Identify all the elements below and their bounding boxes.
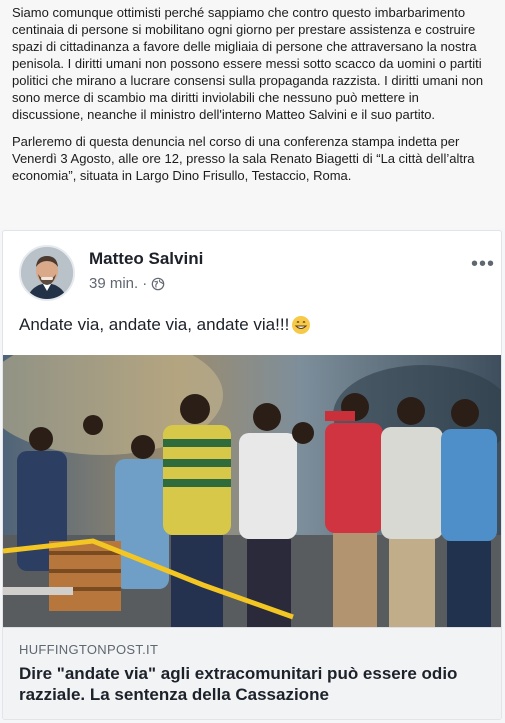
article-paragraph: Siamo comunque ottimisti perché sappiamo…	[12, 5, 484, 122]
post-meta: 39 min. ·	[89, 275, 165, 292]
status-text: Andate via, andate via, andate via!!!	[19, 315, 290, 334]
article-text: Siamo comunque ottimisti perché sappiamo…	[0, 0, 505, 228]
crowd-photo[interactable]	[3, 355, 501, 627]
post-status: Andate via, andate via, andate via!!!	[19, 315, 311, 335]
facebook-post: Matteo Salvini 39 min. · ••• Andate via,…	[2, 230, 502, 720]
article-paragraph: Parleremo di questa denuncia nel corso d…	[12, 134, 475, 183]
more-options-icon[interactable]: •••	[471, 253, 495, 276]
avatar[interactable]	[19, 245, 75, 301]
globe-icon[interactable]	[151, 277, 165, 291]
grinning-face-icon	[292, 316, 311, 334]
post-author[interactable]: Matteo Salvini	[89, 249, 203, 269]
link-preview[interactable]: HUFFINGTONPOST.IT Dire "andate via" agli…	[3, 627, 501, 719]
link-domain: HUFFINGTONPOST.IT	[19, 642, 159, 657]
link-title[interactable]: Dire "andate via" agli extracomunitari p…	[19, 663, 485, 705]
crowd-photo-image	[3, 355, 501, 627]
post-time[interactable]: 39 min.	[89, 275, 138, 292]
meta-separator: ·	[142, 275, 148, 292]
post-header: Matteo Salvini 39 min. · •••	[3, 231, 501, 307]
avatar-image	[21, 247, 73, 299]
